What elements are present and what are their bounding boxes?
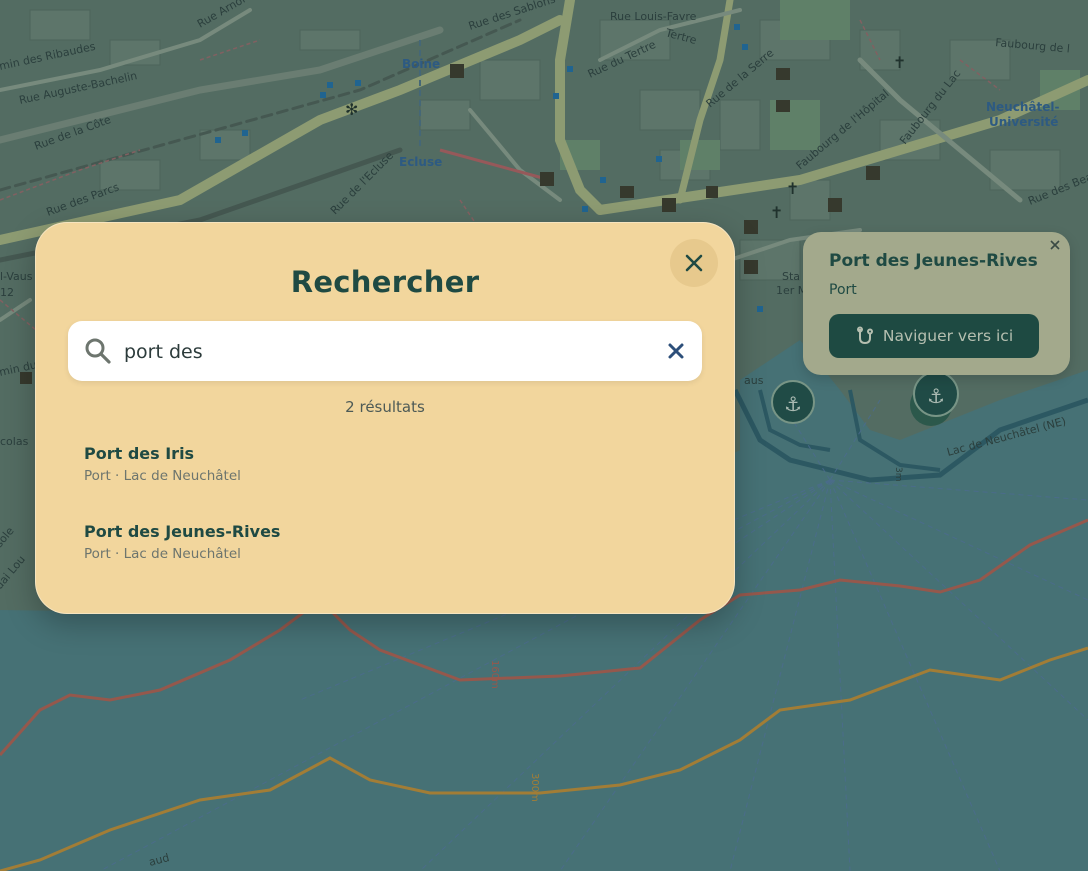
navigate-here-label: Naviguer vers ici	[882, 327, 1014, 345]
place-popup: Port des Jeunes-Rives Port Naviguer vers…	[803, 232, 1070, 375]
search-input[interactable]	[122, 331, 646, 373]
map-label: aus	[744, 374, 764, 387]
svg-text:⚓: ⚓	[927, 384, 945, 408]
svg-text:✻: ✻	[345, 100, 358, 119]
popup-close-icon[interactable]	[1048, 238, 1062, 252]
result-title: Port des Iris	[84, 444, 195, 463]
result-subtitle: Port · Lac de Neuchâtel	[84, 468, 241, 484]
svg-text:✝: ✝	[893, 53, 906, 72]
search-result-item[interactable]: Port des Iris Port · Lac de Neuchâtel	[68, 436, 684, 496]
map-label: Neuchâtel-	[986, 100, 1059, 114]
depth-label: 160m	[489, 660, 500, 689]
search-box	[68, 321, 702, 381]
navigate-here-button[interactable]: Naviguer vers ici	[829, 314, 1039, 358]
route-icon	[856, 326, 873, 345]
popup-title: Port des Jeunes-Rives	[829, 251, 1038, 271]
search-icon	[85, 338, 111, 364]
clear-search-icon[interactable]	[664, 339, 688, 363]
map-label: Rue Louis-Favre	[610, 10, 697, 23]
popup-subtitle: Port	[829, 282, 857, 298]
map-label: Université	[989, 115, 1058, 129]
svg-text:✝: ✝	[786, 179, 799, 198]
depth-label: 300m	[529, 773, 540, 802]
modal-title: Rechercher	[290, 265, 480, 299]
close-button[interactable]	[670, 239, 718, 287]
map-label: Ecluse	[399, 155, 442, 169]
map-label: colas	[0, 435, 29, 448]
svg-text:✝: ✝	[770, 203, 783, 222]
result-title: Port des Jeunes-Rives	[84, 522, 281, 541]
search-modal: Rechercher 2 résultats Port des Iris Por…	[35, 222, 735, 614]
search-result-item[interactable]: Port des Jeunes-Rives Port · Lac de Neuc…	[68, 514, 684, 574]
port-marker[interactable]: ⚓	[771, 380, 815, 424]
map-label: l-Vaus	[0, 270, 33, 283]
svg-text:⚓: ⚓	[784, 392, 802, 416]
map-label: 12	[0, 286, 14, 299]
result-subtitle: Port · Lac de Neuchâtel	[84, 546, 241, 562]
result-count: 2 résultats	[345, 398, 425, 416]
map-label: Boine	[402, 57, 440, 71]
close-icon	[685, 254, 703, 272]
depth-label: 3m	[893, 467, 903, 482]
map-label: Sta	[782, 270, 800, 283]
